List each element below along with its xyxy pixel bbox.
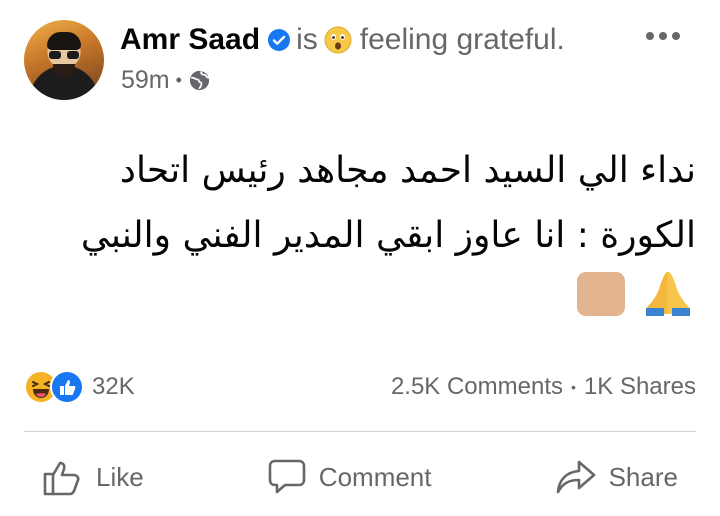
dot-icon	[672, 32, 680, 40]
comments-count-link[interactable]: 2.5K Comments	[391, 373, 563, 401]
share-button[interactable]: Share	[537, 447, 696, 507]
counts-separator: •	[571, 379, 576, 395]
reactions-summary[interactable]: 32K	[24, 369, 135, 405]
shares-count-link[interactable]: 1K Shares	[584, 373, 696, 401]
post-meta: 59m •	[121, 63, 211, 97]
post-header: Amr Saad is feeling grateful.	[120, 20, 565, 60]
comment-label: Comment	[318, 461, 432, 492]
more-options-button[interactable]	[646, 26, 686, 46]
thumbs-up-icon	[42, 457, 84, 497]
meta-separator: •	[175, 69, 182, 90]
dot-icon	[646, 32, 654, 40]
author-avatar[interactable]	[24, 20, 104, 100]
action-bar: Like Comment Share	[24, 438, 696, 516]
post-body-text: نداء الي السيد احمد مجاهد رئيس اتحاد الك…	[80, 150, 696, 256]
engagement-counts: 2.5K Comments • 1K Shares	[391, 370, 696, 404]
skin-tone-swatch-icon	[573, 269, 629, 340]
post-body: نداء الي السيد احمد مجاهد رئيس اتحاد الك…	[24, 138, 696, 341]
comment-button[interactable]: Comment	[249, 447, 450, 507]
share-label: Share	[608, 461, 678, 492]
share-arrow-icon	[555, 458, 597, 496]
avatar-hair	[47, 32, 81, 50]
like-thumb-icon	[50, 370, 84, 404]
reaction-count: 32K	[92, 373, 135, 400]
post-time[interactable]: 59m	[121, 66, 170, 95]
surprised-face-icon	[324, 26, 352, 54]
comment-bubble-icon	[267, 458, 307, 496]
author-name[interactable]: Amr Saad	[120, 23, 260, 57]
avatar-beard	[53, 64, 75, 76]
like-button[interactable]: Like	[24, 447, 162, 507]
like-label: Like	[96, 461, 144, 492]
globe-icon[interactable]	[188, 69, 211, 92]
feeling-text[interactable]: feeling grateful.	[360, 23, 565, 57]
folded-hands-icon	[640, 268, 696, 341]
divider	[24, 431, 696, 432]
avatar-sunglasses	[49, 51, 79, 59]
is-text: is	[296, 23, 318, 56]
verified-badge-icon	[268, 29, 291, 51]
dot-icon	[659, 32, 667, 40]
